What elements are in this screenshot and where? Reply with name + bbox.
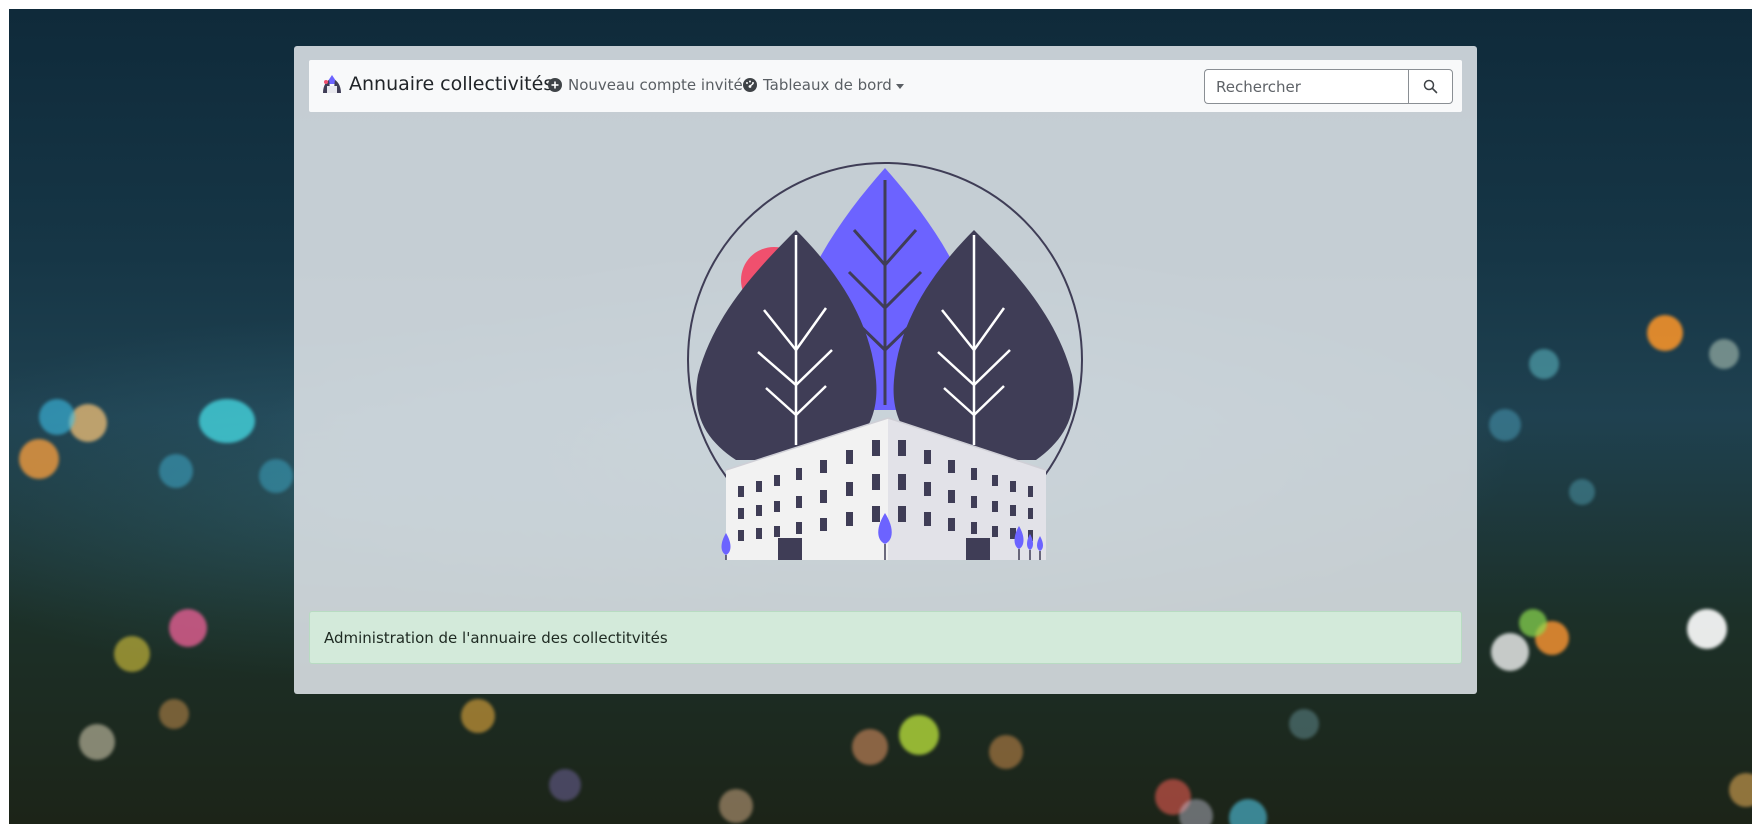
dashboard-gauge-icon	[743, 78, 757, 92]
nav-new-guest-account[interactable]: Nouveau compte invité	[548, 76, 743, 94]
main-panel: Annuaire collectivités Nouveau compte in…	[294, 46, 1477, 694]
alert-message: Administration de l'annuaire des collect…	[324, 628, 668, 647]
brand-label: Annuaire collectivités	[349, 73, 554, 95]
brand-logo-icon	[323, 75, 341, 93]
nav-dashboards-dropdown[interactable]: Tableaux de bord	[743, 76, 904, 94]
search-input[interactable]	[1204, 69, 1408, 104]
info-alert: Administration de l'annuaire des collect…	[309, 611, 1462, 664]
chevron-down-icon	[895, 83, 904, 89]
nav-new-guest-account-label: Nouveau compte invité	[568, 76, 743, 94]
brand-link[interactable]: Annuaire collectivités	[321, 73, 553, 95]
search-button[interactable]	[1408, 69, 1453, 104]
nav-dashboards-label: Tableaux de bord	[763, 76, 892, 94]
navbar: Annuaire collectivités Nouveau compte in…	[309, 60, 1462, 112]
search-icon	[1423, 79, 1438, 94]
plus-circle-icon	[548, 78, 562, 92]
search-form	[1204, 69, 1453, 104]
hero-illustration	[687, 162, 1083, 560]
